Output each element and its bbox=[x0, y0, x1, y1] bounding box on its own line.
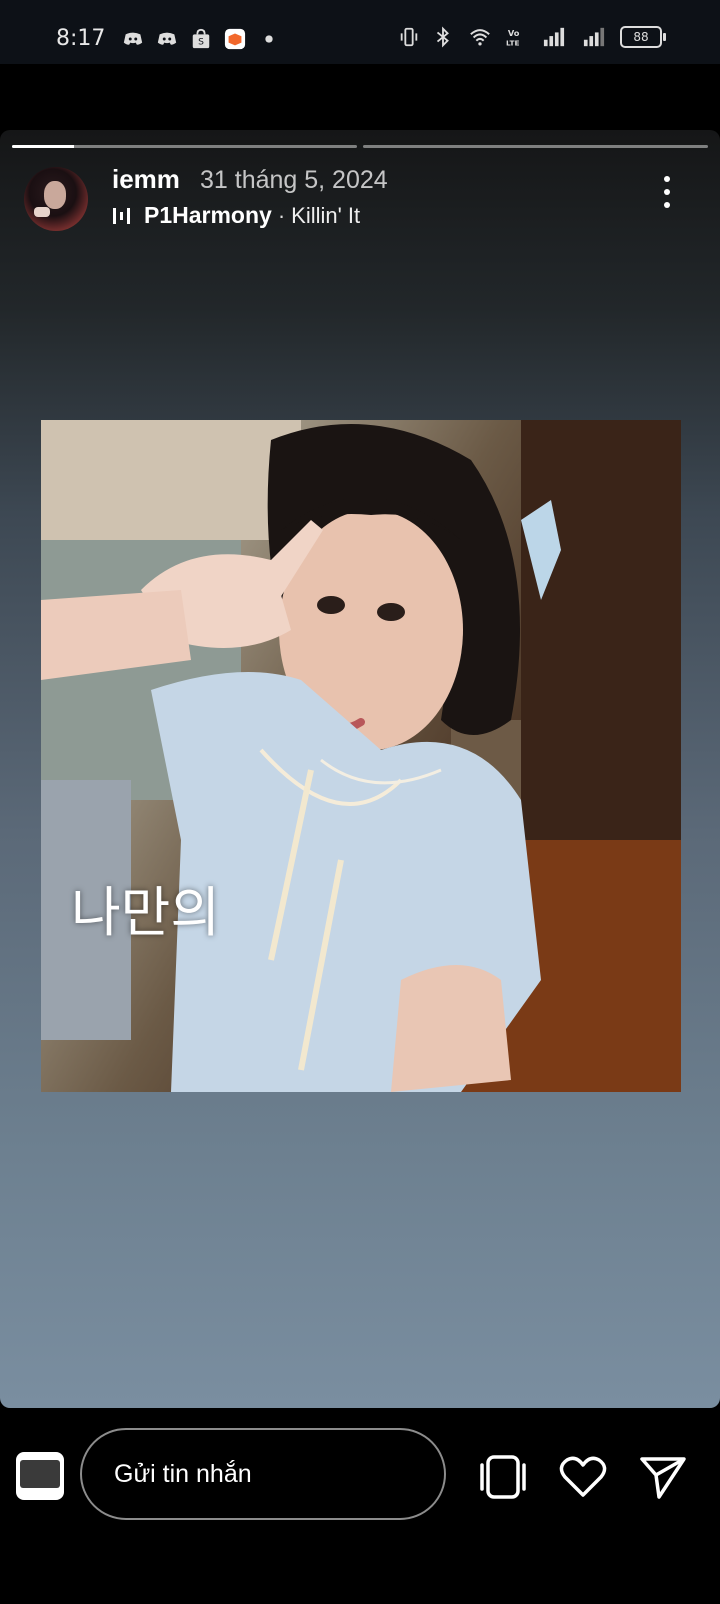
music-separator: · bbox=[277, 202, 286, 228]
top-spacer bbox=[0, 64, 720, 130]
reply-bar: Gửi tin nhắn bbox=[0, 1408, 720, 1604]
story-photo: 나만의 bbox=[41, 420, 681, 1092]
more-options-icon[interactable] bbox=[662, 174, 672, 210]
stickers-button[interactable] bbox=[476, 1450, 530, 1504]
story-progress bbox=[12, 145, 708, 149]
game-app-icon bbox=[224, 28, 246, 50]
share-button[interactable] bbox=[636, 1450, 690, 1504]
shopee-icon: S bbox=[192, 28, 210, 49]
camera-thumbnail[interactable] bbox=[16, 1452, 64, 1500]
avatar-face bbox=[44, 181, 66, 209]
music-artist: P1Harmony bbox=[144, 202, 272, 228]
notification-icons: S bbox=[122, 28, 280, 50]
username[interactable]: iemm bbox=[112, 164, 180, 195]
avatar[interactable] bbox=[24, 167, 88, 231]
signal-icon bbox=[583, 27, 605, 47]
thumbnail-image bbox=[20, 1460, 60, 1488]
svg-text:Vo: Vo bbox=[508, 28, 520, 38]
stickers-icon bbox=[480, 1455, 526, 1499]
volte-icon: VoLTE bbox=[506, 28, 520, 47]
bluetooth-icon bbox=[436, 26, 449, 48]
signal-icon bbox=[543, 27, 565, 47]
music-song: Killin' It bbox=[291, 202, 361, 228]
photo-illustration bbox=[41, 420, 681, 1092]
message-placeholder: Gửi tin nhắn bbox=[114, 1459, 252, 1488]
music-bars-icon bbox=[113, 207, 130, 224]
battery-level: 88 bbox=[633, 30, 649, 44]
avatar-hand bbox=[34, 207, 50, 217]
battery-icon: 88 bbox=[620, 26, 666, 48]
system-icons: Vo LTE 88 bbox=[398, 26, 666, 48]
message-input[interactable]: Gửi tin nhắn bbox=[80, 1428, 446, 1520]
photo-caption-text: 나만의 bbox=[71, 881, 221, 944]
progress-fill bbox=[12, 145, 75, 148]
heart-icon bbox=[559, 1456, 607, 1497]
music-sticker[interactable]: P1Harmony · Killin' It bbox=[112, 202, 360, 229]
discord-icon bbox=[123, 32, 143, 45]
wifi-icon bbox=[470, 29, 490, 46]
status-bar: 8:17 S Vo LTE 88 bbox=[0, 0, 720, 64]
progress-segment bbox=[12, 145, 357, 148]
vibrate-icon bbox=[400, 27, 418, 47]
status-time: 8:17 bbox=[56, 26, 106, 51]
dot-icon bbox=[265, 35, 273, 43]
discord-icon bbox=[157, 32, 177, 45]
like-button[interactable] bbox=[556, 1450, 610, 1504]
progress-segment bbox=[363, 145, 708, 148]
story-date: 31 tháng 5, 2024 bbox=[200, 166, 388, 194]
svg-text:S: S bbox=[198, 37, 204, 48]
send-icon bbox=[640, 1457, 686, 1499]
svg-text:LTE: LTE bbox=[506, 38, 519, 47]
story-viewer[interactable]: iemm 31 tháng 5, 2024 P1Harmony · Killin… bbox=[0, 130, 720, 1408]
